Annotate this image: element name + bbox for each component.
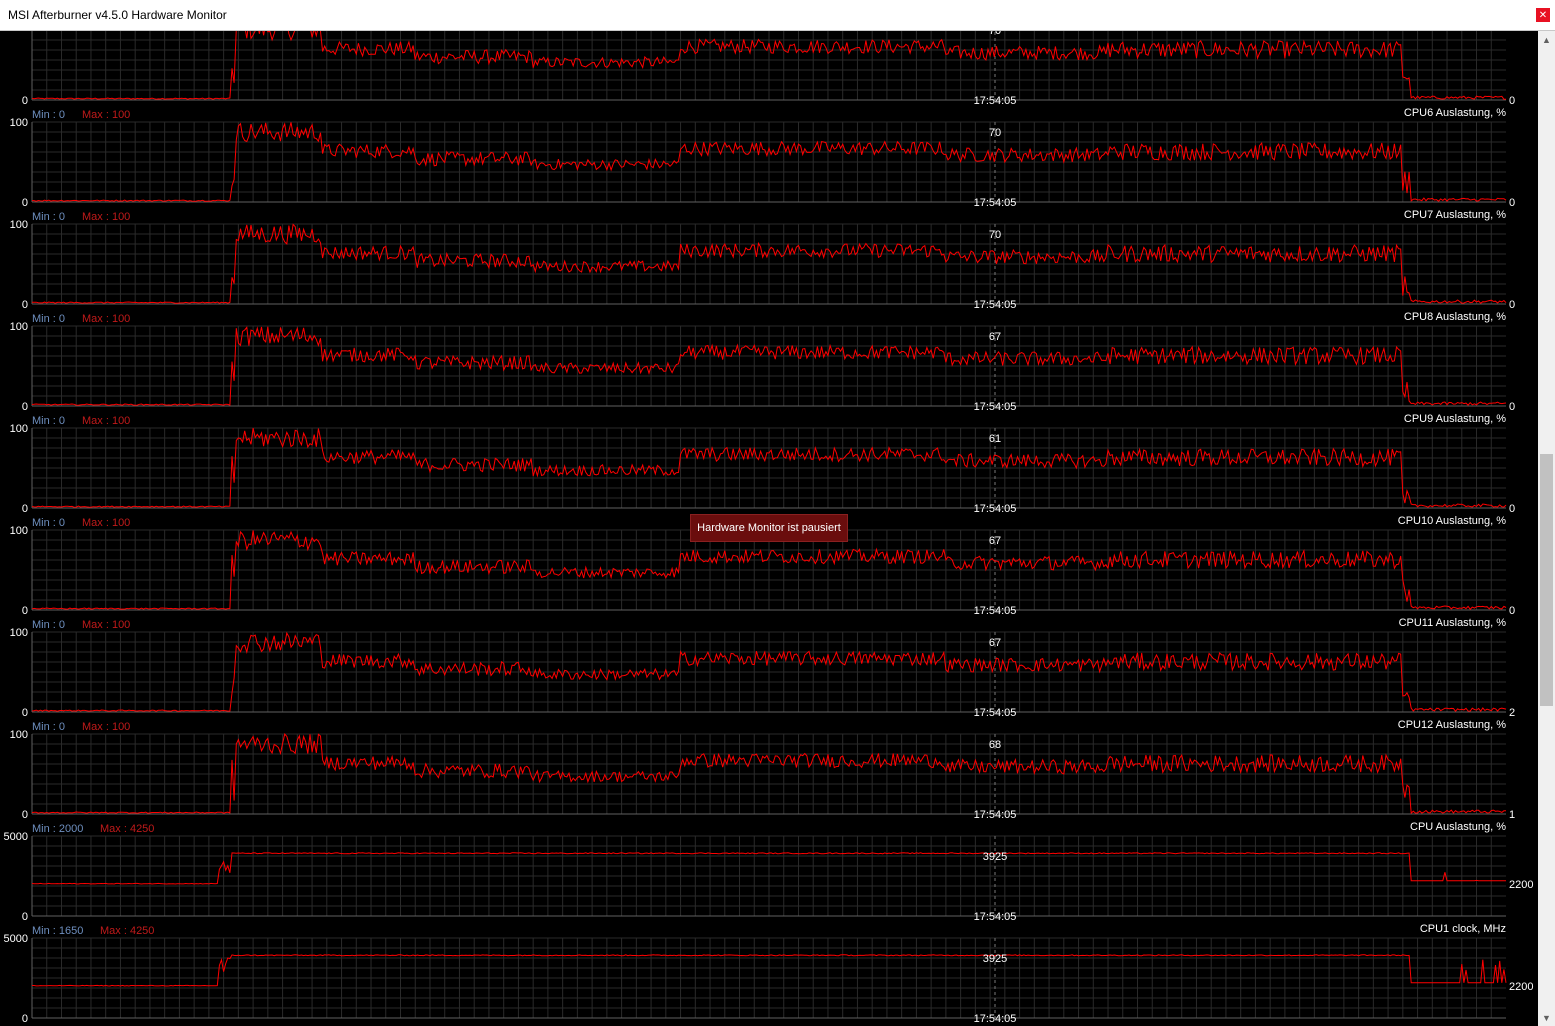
series-name-label: CPU10 Auslastung, % <box>1398 515 1506 527</box>
y-max-label: 100 <box>10 627 28 639</box>
scroll-down-icon[interactable]: ▼ <box>1538 1009 1555 1026</box>
min-label: Min : 1650 <box>32 925 83 937</box>
y-min-label: 0 <box>22 197 28 209</box>
cursor-time-label: 17:54:05 <box>974 95 1017 107</box>
title-bar: MSI Afterburner v4.5.0 Hardware Monitor … <box>0 0 1555 31</box>
current-value-label: 0 <box>1509 401 1515 413</box>
paused-message: Hardware Monitor ist pausiert <box>690 514 848 542</box>
min-label: Min : 0 <box>32 517 65 529</box>
y-max-label: 100 <box>10 219 28 231</box>
max-label: Max : 100 <box>82 619 130 631</box>
y-min-label: 0 <box>22 95 28 107</box>
max-label: Max : 100 <box>82 109 130 121</box>
current-value-label: 0 <box>1509 197 1515 209</box>
current-value-label: 2200 <box>1509 981 1533 993</box>
y-max-label: 100 <box>10 423 28 435</box>
scroll-up-icon[interactable]: ▲ <box>1538 31 1555 48</box>
current-value-label: 2200 <box>1509 879 1533 891</box>
y-min-label: 0 <box>22 707 28 719</box>
min-label: Min : 2000 <box>32 823 83 835</box>
current-value-label: 0 <box>1509 605 1515 617</box>
cursor-time-label: 17:54:05 <box>974 299 1017 311</box>
series-name-label: CPU12 Auslastung, % <box>1398 719 1506 731</box>
max-label: Max : 100 <box>82 415 130 427</box>
y-min-label: 0 <box>22 605 28 617</box>
max-label: Max : 4250 <box>100 823 154 835</box>
scroll-thumb[interactable] <box>1540 454 1553 706</box>
y-max-label: 5000 <box>4 933 28 945</box>
max-label: Max : 100 <box>82 517 130 529</box>
current-value-label: 0 <box>1509 503 1515 515</box>
y-min-label: 0 <box>22 503 28 515</box>
cursor-time-label: 17:54:05 <box>974 911 1017 923</box>
y-min-label: 0 <box>22 299 28 311</box>
min-label: Min : 0 <box>32 619 65 631</box>
series-name-label: CPU1 clock, MHz <box>1420 923 1506 935</box>
series-name-label: CPU9 Auslastung, % <box>1404 413 1506 425</box>
cursor-time-label: 17:54:05 <box>974 503 1017 515</box>
min-label: Min : 0 <box>32 313 65 325</box>
min-label: Min : 0 <box>32 415 65 427</box>
cursor-value-label: 67 <box>989 535 1001 547</box>
current-value-label: 0 <box>1509 299 1515 311</box>
cursor-value-label: 3925 <box>983 953 1007 965</box>
close-button[interactable]: ✕ <box>1536 8 1550 22</box>
current-value-label: 1 <box>1509 809 1515 821</box>
max-label: Max : 100 <box>82 313 130 325</box>
series-name-label: CPU11 Auslastung, % <box>1399 617 1507 629</box>
y-min-label: 0 <box>22 1013 28 1025</box>
close-icon: ✕ <box>1538 9 1548 21</box>
y-max-label: 5000 <box>4 831 28 843</box>
cursor-time-label: 17:54:05 <box>974 809 1017 821</box>
cursor-value-label: 67 <box>989 331 1001 343</box>
cursor-value-label: 68 <box>989 739 1001 751</box>
cursor-value-label: 70 <box>989 229 1001 241</box>
cursor-time-label: 17:54:05 <box>974 605 1017 617</box>
min-label: Min : 0 <box>32 211 65 223</box>
y-min-label: 0 <box>22 401 28 413</box>
cursor-time-label: 17:54:05 <box>974 1013 1017 1025</box>
cursor-value-label: 70 <box>989 127 1001 139</box>
min-label: Min : 0 <box>32 721 65 733</box>
series-name-label: CPU8 Auslastung, % <box>1404 311 1506 323</box>
max-label: Max : 4250 <box>100 925 154 937</box>
cursor-time-label: 17:54:05 <box>974 401 1017 413</box>
cursor-value-label: 67 <box>989 637 1001 649</box>
y-min-label: 0 <box>22 809 28 821</box>
y-max-label: 100 <box>10 117 28 129</box>
cursor-time-label: 17:54:05 <box>974 707 1017 719</box>
cursor-value-label: 61 <box>989 433 1001 445</box>
cursor-time-label: 17:54:05 <box>974 197 1017 209</box>
y-max-label: 100 <box>10 525 28 537</box>
series-name-label: CPU7 Auslastung, % <box>1404 209 1506 221</box>
current-value-label: 0 <box>1509 95 1515 107</box>
max-label: Max : 100 <box>82 721 130 733</box>
cursor-value-label: 70 <box>989 31 1001 37</box>
y-max-label: 100 <box>10 729 28 741</box>
current-value-label: 2 <box>1509 707 1515 719</box>
series-name-label: CPU Auslastung, % <box>1410 821 1506 833</box>
window-title: MSI Afterburner v4.5.0 Hardware Monitor <box>8 8 227 22</box>
y-max-label: 100 <box>10 321 28 333</box>
series-name-label: CPU6 Auslastung, % <box>1404 107 1506 119</box>
min-label: Min : 0 <box>32 109 65 121</box>
vertical-scrollbar[interactable]: ▲ ▼ <box>1538 31 1555 1026</box>
cursor-value-label: 3925 <box>983 851 1007 863</box>
max-label: Max : 100 <box>82 211 130 223</box>
y-min-label: 0 <box>22 911 28 923</box>
